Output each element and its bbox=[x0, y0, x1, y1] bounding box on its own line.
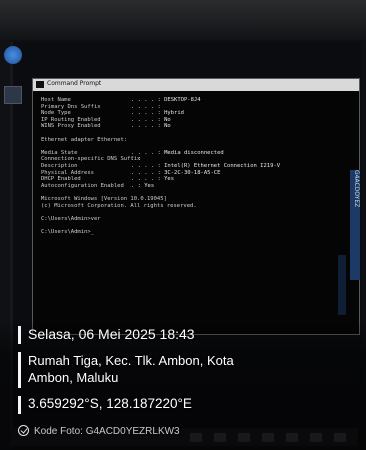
cmd-line-key: WINS Proxy Enabled bbox=[41, 123, 101, 130]
cmd-line-key: C:\Users\Admin>ver bbox=[41, 215, 101, 222]
cmd-line-value: . . . . : bbox=[131, 103, 161, 110]
cmd-line-value: . : bbox=[131, 156, 141, 163]
cmd-line: C:\Users\Admin>ver bbox=[41, 216, 351, 223]
cmd-line-key: Ethernet adapter Ethernet: bbox=[41, 136, 128, 143]
cmd-line: Node Type . . . . : Hybrid bbox=[41, 110, 351, 117]
command-prompt-window[interactable]: Command Prompt Host Name . . . . : DESKTO… bbox=[32, 78, 360, 335]
cmd-line bbox=[41, 209, 351, 216]
cmd-line-value: . . . . : Yes bbox=[131, 176, 175, 183]
desktop-app-icon[interactable] bbox=[4, 46, 22, 64]
verified-check-icon bbox=[18, 425, 29, 436]
cmd-line: C:\Users\Admin>_ bbox=[41, 229, 351, 236]
photo-coordinates: 3.659292°S, 128.187220°E bbox=[28, 396, 192, 411]
cmd-line-key: IP Routing Enabled bbox=[41, 116, 101, 123]
cmd-line: Media State . . . . : Media disconnected bbox=[41, 150, 351, 157]
photo-address: Rumah Tiga, Kec. Tlk. Ambon, Kota Ambon,… bbox=[28, 352, 308, 386]
cmd-line-value: . : Yes bbox=[131, 182, 155, 189]
cmd-titlebar[interactable]: Command Prompt bbox=[33, 79, 359, 91]
cmd-line: Primary Dns Suffix . . . . : bbox=[41, 104, 351, 111]
cmd-line: Ethernet adapter Ethernet: bbox=[41, 137, 351, 144]
cmd-line: WINS Proxy Enabled . . . . : No bbox=[41, 123, 351, 130]
overlay-bar bbox=[18, 396, 21, 414]
photo-datetime: Selasa, 06 Mei 2025 18:43 bbox=[28, 326, 195, 342]
cmd-line-key: Primary Dns Suffix bbox=[41, 103, 101, 110]
cmd-line-key: Media State bbox=[41, 149, 78, 156]
cmd-line-key: Physical Address bbox=[41, 169, 94, 176]
photo-code: Kode Foto: G4ACD0YEZRLKW3 bbox=[34, 426, 180, 437]
cmd-line: DHCP Enabled . . . . : Yes bbox=[41, 176, 351, 183]
cmd-line: Autoconfiguration Enabled . : Yes bbox=[41, 183, 351, 190]
cmd-line-key: Host Name bbox=[41, 97, 71, 103]
cmd-line-value: . . . . : DESKTOP-8J4 bbox=[131, 97, 201, 103]
cmd-line-key: Connection-specific DNS Suffix bbox=[41, 156, 141, 163]
cmd-line-key: Description bbox=[41, 162, 78, 169]
cmd-line bbox=[41, 130, 351, 137]
cmd-line-key: C:\Users\Admin>_ bbox=[41, 228, 94, 235]
cmd-line bbox=[41, 143, 351, 150]
cmd-line: IP Routing Enabled . . . . : No bbox=[41, 117, 351, 124]
overlay-bar bbox=[18, 326, 21, 344]
cmd-line-value: . . . . : 3C-2C-30-18-A5-CE bbox=[131, 169, 221, 176]
cmd-line-key: DHCP Enabled bbox=[41, 176, 81, 183]
cmd-line: Connection-specific DNS Suffix. : bbox=[41, 156, 351, 163]
desktop-file-icon[interactable] bbox=[4, 86, 22, 104]
side-label bbox=[338, 255, 346, 315]
cmd-line-value: . . . . : No bbox=[131, 123, 171, 130]
cmd-line: Physical Address . . . . : 3C-2C-30-18-A5… bbox=[41, 170, 351, 177]
cmd-line-value: . . . . : No bbox=[131, 116, 171, 123]
cmd-title: Command Prompt bbox=[47, 80, 102, 87]
desk-background bbox=[0, 0, 366, 40]
cmd-line-value: . . . . : Intel(R) Ethernet Connection I… bbox=[131, 162, 281, 169]
cmd-line bbox=[41, 189, 351, 196]
address-line-2: Ambon, Maluku bbox=[28, 370, 119, 385]
cmd-line-value: . . . . : Media disconnected bbox=[131, 149, 224, 156]
cmd-output[interactable]: Host Name. . . . : DESKTOP-8J4 Primary Dn… bbox=[33, 91, 359, 241]
cmd-line: Host Name . . . . : DESKTOP-8J4 bbox=[41, 97, 351, 104]
cmd-line-key: Node Type bbox=[41, 110, 71, 117]
cmd-line-key: Microsoft Windows [Version 10.0.19045] bbox=[41, 195, 167, 202]
terminal-icon bbox=[36, 81, 44, 88]
cmd-line: Description . . . . : Intel(R) Ethernet C… bbox=[41, 163, 351, 170]
overlay-bar bbox=[18, 352, 21, 388]
cmd-line-key: (c) Microsoft Corporation. All rights re… bbox=[41, 202, 197, 209]
address-line-1: Rumah Tiga, Kec. Tlk. Ambon, Kota bbox=[28, 353, 234, 368]
cmd-line bbox=[41, 222, 351, 229]
cmd-line-value: . . . . : Hybrid bbox=[131, 110, 184, 117]
side-panel-text: G4ACDOYEZ bbox=[353, 170, 360, 208]
cmd-line: Microsoft Windows [Version 10.0.19045] bbox=[41, 196, 351, 203]
cmd-line: (c) Microsoft Corporation. All rights re… bbox=[41, 203, 351, 210]
cmd-line-key: Autoconfiguration Enabled bbox=[41, 182, 124, 189]
